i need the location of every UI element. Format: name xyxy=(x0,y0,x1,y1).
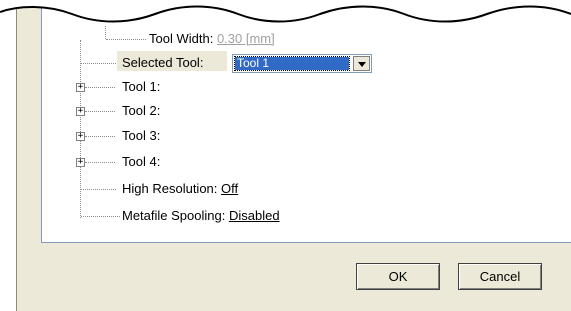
tree-item-high-resolution[interactable]: High Resolution: Off xyxy=(122,179,238,199)
tool4-label: Tool 4: xyxy=(122,154,161,169)
selected-tool-combobox[interactable]: Tool 1 xyxy=(232,54,372,73)
tool1-label: Tool 1: xyxy=(122,79,161,94)
cancel-button[interactable]: Cancel xyxy=(458,263,542,290)
tree-connector xyxy=(81,63,116,64)
expand-tool1-icon[interactable]: + xyxy=(76,83,85,92)
tree-connector xyxy=(85,111,115,112)
high-resolution-label: High Resolution: xyxy=(122,181,218,196)
expand-tool3-icon[interactable]: + xyxy=(76,132,85,141)
tree-connector xyxy=(85,162,115,163)
selected-tool-value: Tool 1 xyxy=(234,56,350,71)
tree-item-tool4[interactable]: Tool 4: xyxy=(122,152,160,172)
expand-tool2-icon[interactable]: + xyxy=(76,107,85,116)
tree-item-selected-tool[interactable]: Selected Tool: xyxy=(122,53,203,73)
metafile-spooling-label: Metafile Spooling: xyxy=(122,208,226,223)
selected-tool-label: Selected Tool: xyxy=(122,55,204,70)
metafile-spooling-value[interactable]: Disabled xyxy=(229,208,280,223)
tree-connector xyxy=(85,136,115,137)
expand-tool4-icon[interactable]: + xyxy=(76,158,85,167)
tree-item-tool3[interactable]: Tool 3: xyxy=(122,126,160,146)
tree-item-tool2[interactable]: Tool 2: xyxy=(122,101,160,121)
tool3-label: Tool 3: xyxy=(122,128,161,143)
ok-button[interactable]: OK xyxy=(356,263,440,290)
tree-item-metafile-spooling[interactable]: Metafile Spooling: Disabled xyxy=(122,206,280,226)
dropdown-arrow-button[interactable] xyxy=(353,56,370,71)
tool2-label: Tool 2: xyxy=(122,103,161,118)
tree-connector xyxy=(85,87,115,88)
tree-item-tool1[interactable]: Tool 1: xyxy=(122,77,160,97)
tree-connector-root xyxy=(80,40,81,218)
tree-connector xyxy=(81,216,120,217)
torn-paper-edge xyxy=(0,0,571,23)
high-resolution-value[interactable]: Off xyxy=(221,181,238,196)
chevron-down-icon xyxy=(357,62,366,67)
tree-connector xyxy=(81,189,116,190)
